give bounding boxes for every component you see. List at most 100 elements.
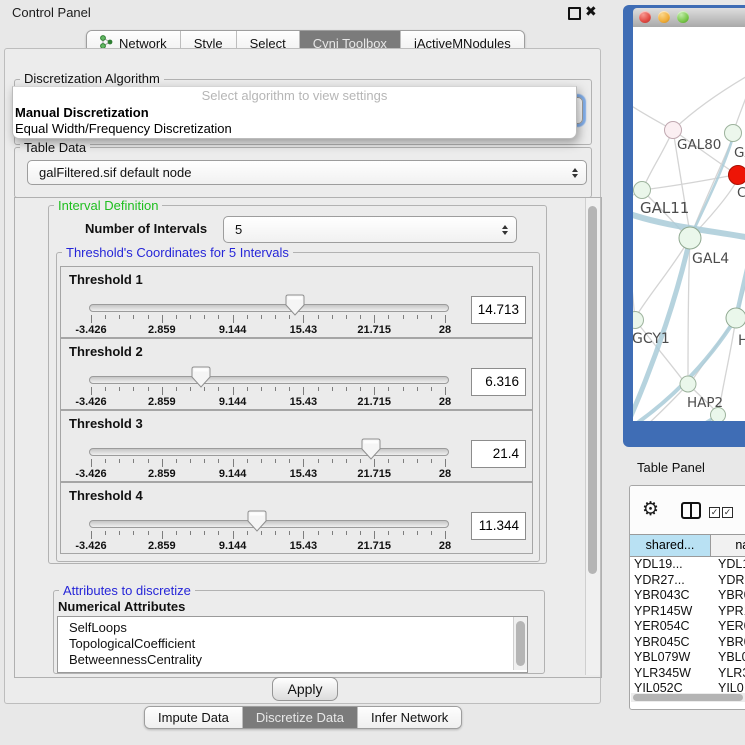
checkbox-icon[interactable]: ✓ [709, 507, 720, 518]
zoom-traffic-light[interactable] [677, 11, 689, 23]
cell-name: YER0 [718, 619, 745, 635]
tick-label: 9.144 [207, 468, 259, 480]
tab-infer-network[interactable]: Infer Network [358, 707, 461, 728]
table-data-label: Table Data [20, 140, 90, 155]
dropdown-item-manual-discretization[interactable]: Manual Discretization [13, 105, 576, 121]
tick-mark [176, 315, 177, 319]
numerical-attributes-list[interactable]: SelfLoopsTopologicalCoefficientBetweenne… [57, 616, 528, 673]
slider-handle[interactable] [361, 438, 381, 460]
table-row[interactable]: YBL079WYBL0 [630, 650, 745, 666]
threshold-name: Threshold 2 [69, 344, 143, 359]
cell-name: YLR3 [718, 666, 745, 682]
tick-mark [218, 459, 219, 463]
tick-label: -3.426 [65, 324, 117, 336]
tick-mark [218, 315, 219, 319]
tick-label: -3.426 [65, 396, 117, 408]
checkbox-icon[interactable]: ✓ [722, 507, 733, 518]
slider-handle[interactable] [247, 510, 267, 532]
table-data-combobox[interactable]: galFiltered.sif default node [27, 160, 587, 185]
network-node[interactable] [679, 227, 701, 249]
slider-handle[interactable] [285, 294, 305, 316]
columns-icon[interactable] [681, 502, 701, 519]
tick-label: 15.43 [277, 540, 329, 552]
table-row[interactable]: YBR043C YBR0 [630, 588, 745, 604]
tick-mark [105, 531, 106, 535]
network-canvas[interactable]: GAL80GACGAL11GAL4GCY1HHAP2 [633, 27, 745, 421]
tick-mark [133, 531, 134, 535]
threshold-value-field[interactable]: 11.344 [471, 512, 526, 540]
network-edge [643, 130, 673, 189]
tick-mark [346, 531, 347, 535]
table-row[interactable]: YDR27...YDR2 [630, 573, 745, 589]
node-label: GAL80 [677, 137, 721, 153]
network-node[interactable] [665, 122, 682, 139]
slider-handle[interactable] [191, 366, 211, 388]
network-node[interactable] [726, 308, 745, 328]
cell-name: YBR0 [718, 588, 745, 604]
threshold-value-field[interactable]: 6.316 [471, 368, 526, 396]
cell-shared-name: YBR043C [634, 588, 690, 604]
table-row[interactable]: YDL19...YDL1 [630, 557, 745, 573]
column-header-name[interactable]: name [711, 534, 745, 557]
float-window-icon[interactable] [568, 7, 581, 20]
tick-mark [388, 459, 389, 463]
threshold-value-field[interactable]: 14.713 [471, 296, 526, 324]
cell-shared-name: YDL19... [634, 557, 683, 573]
node-label: C [737, 185, 745, 201]
attribute-item-topologicalcoefficient[interactable]: TopologicalCoefficient [58, 636, 527, 652]
close-icon[interactable]: ✖ [585, 3, 597, 20]
table-row[interactable]: YPR145WYPR1 [630, 604, 745, 620]
thresholds-group-label: Threshold's Coordinates for 5 Intervals [62, 245, 293, 260]
slider-track[interactable] [89, 448, 449, 456]
slider-track[interactable] [89, 520, 449, 528]
table-row[interactable]: YBR045CYBR0 [630, 635, 745, 651]
tick-mark [204, 315, 205, 319]
tick-mark [190, 315, 191, 319]
attribute-item-betweennesscentrality[interactable]: BetweennessCentrality [58, 652, 527, 668]
slider-track[interactable] [89, 376, 449, 384]
tick-mark [162, 315, 163, 323]
table-row[interactable]: YER054CYER0 [630, 619, 745, 635]
list-scrollbar[interactable] [513, 617, 527, 670]
tab-impute-data[interactable]: Impute Data [145, 707, 243, 728]
threshold-panel-2: Threshold 2-3.4262.8599.14415.4321.71528… [60, 338, 533, 410]
node-label: GAL4 [692, 251, 729, 267]
scrollbar-thumb[interactable] [588, 206, 597, 574]
tick-mark [91, 387, 92, 395]
close-traffic-light[interactable] [639, 11, 651, 23]
network-window-titlebar[interactable] [633, 8, 745, 28]
threshold-panel-4: Threshold 4-3.4262.8599.14415.4321.71528… [60, 482, 533, 554]
threshold-value-field[interactable]: 21.4 [471, 440, 526, 468]
table-row[interactable]: YLR345WYLR3 [630, 666, 745, 682]
network-edge [688, 238, 690, 379]
tab-discretize-data[interactable]: Discretize Data [243, 707, 358, 728]
network-node[interactable] [633, 312, 644, 329]
slider-track[interactable] [89, 304, 449, 312]
tick-mark [332, 531, 333, 535]
apply-button[interactable]: Apply [272, 677, 338, 701]
tick-label: 28 [419, 540, 471, 552]
list-scrollbar-thumb[interactable] [516, 621, 525, 666]
number-of-intervals-combobox[interactable]: 5 [223, 216, 517, 243]
tick-mark [233, 531, 234, 539]
column-header-shared-[interactable]: shared... [630, 534, 711, 557]
gear-icon[interactable]: ⚙ [642, 498, 659, 520]
vertical-scrollbar[interactable] [585, 198, 600, 675]
tick-mark [417, 531, 418, 535]
network-node[interactable] [725, 125, 742, 142]
combo-arrows-icon [502, 225, 508, 235]
attribute-item-selfloops[interactable]: SelfLoops [58, 620, 527, 636]
tick-mark [275, 531, 276, 535]
network-node[interactable] [634, 182, 651, 199]
dropdown-item-equal-width-frequency-discretization[interactable]: Equal Width/Frequency Discretization [13, 121, 576, 137]
bottom-tabs: Impute DataDiscretize DataInfer Network [144, 706, 462, 729]
tick-mark [332, 315, 333, 319]
tick-mark [204, 459, 205, 463]
network-node[interactable] [680, 376, 696, 392]
tick-label: 21.715 [348, 540, 400, 552]
minimize-traffic-light[interactable] [658, 11, 670, 23]
horizontal-scrollbar[interactable] [631, 693, 745, 702]
network-node[interactable] [729, 166, 745, 185]
tick-label: 15.43 [277, 324, 329, 336]
hscrollbar-thumb[interactable] [633, 694, 743, 701]
